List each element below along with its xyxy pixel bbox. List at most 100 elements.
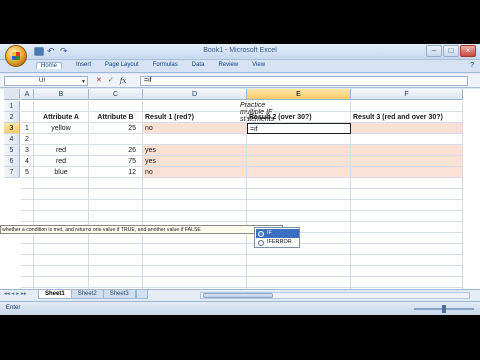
empty-cell[interactable] [351,222,463,233]
empty-cell[interactable] [247,266,351,277]
tab-formulas[interactable]: Formulas [153,62,178,69]
sheet-tab-sheet3[interactable]: Sheet3 [102,290,136,299]
cell-c5[interactable]: 26 [89,145,143,156]
empty-cell[interactable] [89,277,143,288]
empty-cell[interactable] [247,200,351,211]
tab-review[interactable]: Review [218,62,238,69]
cell-a6[interactable]: 4 [21,156,34,167]
column-title-4[interactable]: Result 2 (over 30?) [247,112,351,123]
cell-b7[interactable]: blue [34,167,89,178]
column-header-d[interactable]: D [143,89,247,100]
empty-cell[interactable] [89,178,143,189]
cell-b3[interactable]: yellow [34,123,89,134]
cell-f5[interactable] [351,145,463,156]
cell-f4[interactable] [351,134,463,145]
row-header-2[interactable]: 2 [4,112,20,123]
empty-cell[interactable] [34,200,89,211]
cancel-icon[interactable]: ✕ [96,76,102,86]
empty-cell[interactable] [143,200,247,211]
office-button[interactable] [5,45,27,67]
last-sheet-icon[interactable]: ▸▸ [21,291,27,297]
empty-cell[interactable] [247,211,351,222]
empty-cell[interactable] [34,266,89,277]
empty-cell[interactable] [351,200,463,211]
row-header-3[interactable]: 3 [4,123,20,134]
empty-cell[interactable] [247,277,351,288]
empty-cell[interactable] [89,244,143,255]
cell-d6[interactable]: yes [143,156,247,167]
row-header-5[interactable]: 5 [4,145,20,156]
sheet-tab-sheet2[interactable]: Sheet2 [70,290,104,299]
empty-cell[interactable] [89,211,143,222]
tab-view[interactable]: View [252,62,265,69]
cell-e4[interactable] [247,134,351,145]
empty-cell[interactable] [21,189,34,200]
empty-cell[interactable] [351,211,463,222]
cell-f7[interactable] [351,167,463,178]
chevron-down-icon[interactable]: ▼ [81,78,86,86]
column-header-b[interactable]: B [34,89,89,100]
prev-sheet-icon[interactable]: ◂ [12,291,15,297]
empty-cell[interactable] [34,211,89,222]
next-sheet-icon[interactable]: ▸ [16,291,19,297]
empty-cell[interactable] [89,200,143,211]
maximize-button[interactable]: □ [443,45,459,57]
cell-d7[interactable]: no [143,167,247,178]
row-header-7[interactable]: 7 [4,167,20,178]
first-sheet-icon[interactable]: ◂◂ [4,291,10,297]
empty-cell[interactable] [351,178,463,189]
empty-cell[interactable] [143,233,247,244]
cell-b4[interactable] [34,134,89,145]
column-title-3[interactable]: Result 1 (red?) [143,112,247,123]
empty-cell[interactable] [247,189,351,200]
column-title-1[interactable]: Attribute A [34,112,89,123]
insert-sheet-icon[interactable] [135,290,148,299]
cell-a4[interactable]: 2 [21,134,34,145]
empty-cell[interactable] [351,233,463,244]
empty-cell[interactable] [34,178,89,189]
cell-d3[interactable]: no [143,123,247,134]
empty-cell[interactable] [89,233,143,244]
column-title-5[interactable]: Result 3 (red and over 30?) [351,112,463,123]
column-header-c[interactable]: C [89,89,143,100]
zoom-slider-thumb[interactable] [442,305,446,313]
empty-cell[interactable] [89,266,143,277]
empty-cell[interactable] [21,255,34,266]
empty-cell[interactable] [143,244,247,255]
empty-cell[interactable] [143,277,247,288]
close-button[interactable]: × [460,45,476,57]
tab-page-layout[interactable]: Page Layout [105,62,139,69]
cell-row1[interactable] [89,101,143,112]
tab-insert[interactable]: Insert [76,62,91,69]
sheet-tab-sheet1[interactable]: Sheet1 [38,290,72,299]
empty-cell[interactable] [143,189,247,200]
select-all-corner[interactable] [4,89,20,100]
empty-cell[interactable] [143,178,247,189]
empty-cell[interactable] [34,277,89,288]
cell-f6[interactable] [351,156,463,167]
empty-cell[interactable] [247,255,351,266]
cell-f3[interactable] [351,123,463,134]
empty-cell[interactable] [21,178,34,189]
column-header-a[interactable]: A [21,89,34,100]
cell-c7[interactable]: 12 [89,167,143,178]
name-box[interactable]: UI ▼ [4,76,88,86]
cell-c3[interactable]: 25 [89,123,143,134]
empty-cell[interactable] [21,233,34,244]
empty-cell[interactable] [21,244,34,255]
cell-b5[interactable]: red [34,145,89,156]
cell-row1[interactable] [34,101,89,112]
cell-d4[interactable] [143,134,247,145]
cell-row1[interactable] [351,101,463,112]
empty-cell[interactable] [34,233,89,244]
empty-cell[interactable] [351,189,463,200]
empty-cell[interactable] [351,244,463,255]
cell-e7[interactable] [247,167,351,178]
row-header-1[interactable]: 1 [4,101,20,112]
column-header-e[interactable]: E [247,89,351,100]
cell-c6[interactable]: 75 [89,156,143,167]
empty-cell[interactable] [143,255,247,266]
help-icon[interactable]: ? [470,62,474,69]
cell-d5[interactable]: yes [143,145,247,156]
insert-function-icon[interactable]: fx [120,76,127,86]
